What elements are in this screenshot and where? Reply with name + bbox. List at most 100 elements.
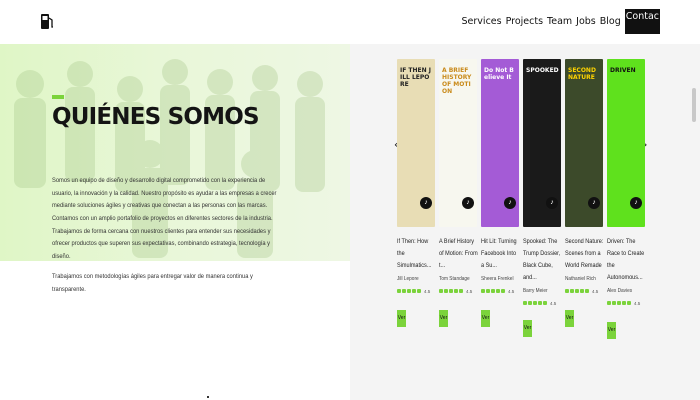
book-author: Nathaniel Rich — [565, 276, 596, 282]
book-cover[interactable]: SPOOKED ♪ — [523, 59, 561, 227]
audio-icon: ♪ — [462, 197, 474, 209]
book-author: Jill Lepore — [397, 276, 419, 282]
rating-value: 4.5 — [592, 288, 599, 294]
star-icon — [407, 289, 411, 293]
star-icon — [523, 301, 527, 305]
about-paragraph-2: Contamos con un amplio portafolio de pro… — [52, 215, 273, 260]
book-author: Tom Standage — [439, 276, 470, 282]
star-icon — [575, 289, 579, 293]
nav-projects-link[interactable]: Projects — [506, 16, 543, 27]
star-icon — [570, 289, 574, 293]
book-cover[interactable]: A BRIEF HISTORY OF MOTION ♪ — [439, 59, 477, 227]
star-icon — [481, 289, 485, 293]
star-icon — [449, 289, 453, 293]
book-title[interactable]: Driven: The Race to Create the Autonomou… — [607, 236, 646, 284]
star-rating: 4.5 — [607, 300, 645, 306]
star-rating: 4.5 — [565, 288, 603, 294]
nav-contact-button[interactable]: Contac — [624, 9, 660, 34]
cover-title: SECOND NATURE — [568, 67, 596, 81]
book-title[interactable]: A Brief History of Motion: From t... — [439, 236, 478, 272]
book-card[interactable]: SPOOKED ♪ Spooked: The Trump Dossier, Blac… — [523, 59, 561, 337]
audio-icon: ♪ — [546, 197, 558, 209]
nav-blog-link[interactable]: Blog — [600, 16, 621, 27]
cover-title: Do Not Believe It — [484, 67, 514, 81]
audio-icon: ♪ — [588, 197, 600, 209]
book-title[interactable]: Spooked: The Trump Dossier, Black Cube, … — [523, 236, 562, 284]
divider-mark — [207, 396, 209, 398]
star-icon — [622, 301, 626, 305]
about-paragraph-3: Trabajamos con metodologías ágiles para … — [52, 273, 253, 293]
nav-team-link[interactable]: Team — [547, 16, 572, 27]
nav-jobs-link[interactable]: Jobs — [576, 16, 596, 27]
page-title: QUIÉNES SOMOS — [52, 104, 260, 130]
star-icon — [627, 301, 631, 305]
view-book-button[interactable]: Ver — [523, 320, 532, 337]
star-icon — [454, 289, 458, 293]
star-icon — [543, 301, 547, 305]
cover-title: A BRIEF HISTORY OF MOTION — [442, 67, 472, 95]
rating-value: 4.5 — [424, 288, 431, 294]
book-author: Alex Davies — [607, 288, 633, 294]
book-cover[interactable]: SECOND NATURE ♪ — [565, 59, 603, 227]
rating-value: 4.5 — [634, 300, 641, 306]
book-card[interactable]: Do Not Believe It ♪ Hit Lit: Turning Faceb… — [481, 59, 519, 327]
star-icon — [486, 289, 490, 293]
star-icon — [412, 289, 416, 293]
book-cover[interactable]: Do Not Believe It ♪ — [481, 59, 519, 227]
book-author: Barry Meier — [523, 288, 548, 294]
rating-value: 4.5 — [466, 288, 473, 294]
rating-value: 4.5 — [508, 288, 515, 294]
about-paragraph-1: Somos un equipo de diseño y desarrollo d… — [52, 177, 277, 209]
book-card[interactable]: A BRIEF HISTORY OF MOTION ♪ A Brief Histor… — [439, 59, 478, 327]
book-card[interactable]: IF THEN JILL LEPORE ♪ If Then: How the Sim… — [397, 59, 435, 327]
book-card[interactable]: SECOND NATURE ♪ Second Nature: Scenes from… — [565, 59, 603, 327]
book-card[interactable]: DRIVEN ♪ Driven: The Race to Create the Au… — [607, 59, 645, 339]
star-icon — [417, 289, 421, 293]
cover-title: DRIVEN — [610, 67, 636, 74]
star-icon — [528, 301, 532, 305]
book-title[interactable]: Hit Lit: Turning Facebook Into a Su... — [481, 236, 520, 272]
star-icon — [538, 301, 542, 305]
nav-services-link[interactable]: Services — [462, 16, 502, 27]
book-author: Sheera Frenkel — [481, 276, 514, 282]
star-icon — [580, 289, 584, 293]
audio-icon: ♪ — [420, 197, 432, 209]
star-icon — [617, 301, 621, 305]
view-book-button[interactable]: Ver — [439, 310, 448, 327]
star-icon — [565, 289, 569, 293]
view-book-button[interactable]: Ver — [565, 310, 574, 327]
star-rating: 4.5 — [397, 288, 435, 294]
star-icon — [585, 289, 589, 293]
audio-icon: ♪ — [504, 197, 516, 209]
fuel-pump-icon[interactable] — [40, 12, 54, 30]
star-rating: 4.5 — [523, 300, 561, 306]
star-icon — [501, 289, 505, 293]
cover-title: IF THEN JILL LEPORE — [400, 67, 431, 88]
star-rating: 4.5 — [439, 288, 477, 294]
star-icon — [612, 301, 616, 305]
view-book-button[interactable]: Ver — [481, 310, 490, 327]
star-icon — [439, 289, 443, 293]
top-bar: Services Projects Team Jobs Blog Contac — [0, 0, 700, 44]
book-title[interactable]: If Then: How the Simulmatics... — [397, 236, 436, 272]
star-icon — [491, 289, 495, 293]
star-icon — [496, 289, 500, 293]
star-rating: 4.5 — [481, 288, 519, 294]
title-accent-bar — [52, 95, 64, 99]
scrollbar[interactable] — [692, 88, 696, 122]
star-icon — [444, 289, 448, 293]
star-icon — [402, 289, 406, 293]
rating-value: 4.5 — [550, 300, 557, 306]
star-icon — [397, 289, 401, 293]
view-book-button[interactable]: Ver — [607, 322, 616, 339]
cover-title: SPOOKED — [526, 67, 559, 74]
star-icon — [607, 301, 611, 305]
book-cover[interactable]: DRIVEN ♪ — [607, 59, 645, 227]
main-nav: Services Projects Team Jobs Blog Contac — [462, 9, 660, 34]
audio-icon: ♪ — [630, 197, 642, 209]
star-icon — [533, 301, 537, 305]
book-cover[interactable]: IF THEN JILL LEPORE ♪ — [397, 59, 435, 227]
view-book-button[interactable]: Ver — [397, 310, 406, 327]
book-title[interactable]: Second Nature: Scenes from a World Remad… — [565, 236, 604, 272]
star-icon — [459, 289, 463, 293]
